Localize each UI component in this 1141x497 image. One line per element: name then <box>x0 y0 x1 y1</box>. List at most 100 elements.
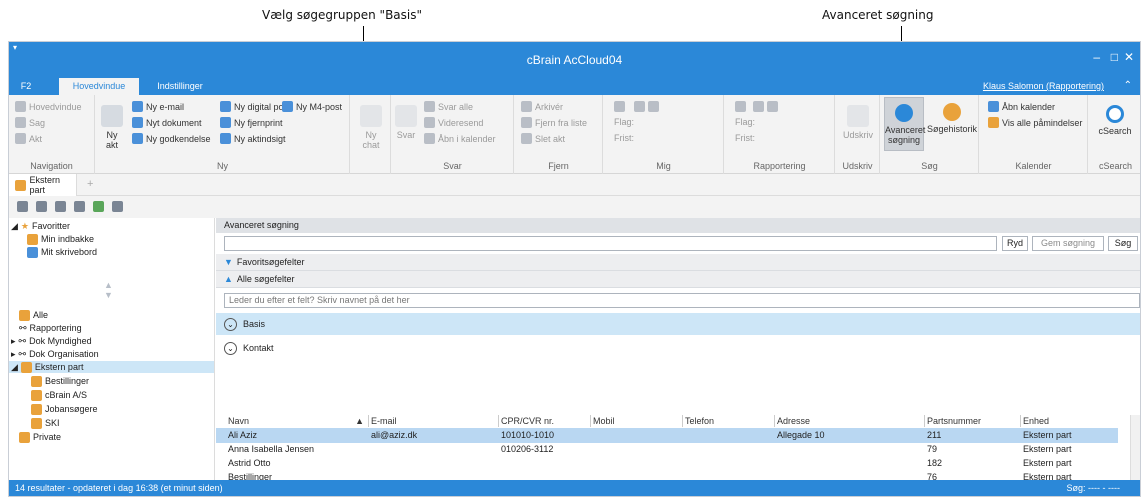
svar-alle[interactable]: Svar alle <box>424 101 473 112</box>
ny-chat-button[interactable]: Ny chat <box>357 105 385 150</box>
group-udskriv: Udskriv Udskriv <box>836 95 880 174</box>
ny-godkendelse[interactable]: Ny godkendelse <box>132 133 211 144</box>
videresend[interactable]: Videresend <box>424 117 483 128</box>
aabn-kalender[interactable]: Åbn kalender <box>988 101 1055 112</box>
udskriv-button[interactable]: Udskriv <box>842 105 874 140</box>
col-telefon[interactable]: Telefon <box>683 415 775 427</box>
soeg-button[interactable]: Søg <box>1108 236 1138 251</box>
col-adresse[interactable]: Adresse <box>775 415 925 427</box>
chat-icon <box>360 105 382 127</box>
tab-hovedvindue[interactable]: Hovedvindue <box>59 78 139 95</box>
calendar-icon <box>424 133 435 144</box>
col-enhed[interactable]: Enhed <box>1021 415 1118 427</box>
merge-icon[interactable] <box>36 201 47 212</box>
vertical-scrollbar[interactable] <box>1130 415 1140 482</box>
favorit-fields-toggle[interactable]: ▼ Favoritsøgefelter <box>216 254 1140 271</box>
tree-favoritter[interactable]: ◢ ★ Favoritter <box>11 220 70 232</box>
remote-print-icon <box>220 117 231 128</box>
tree-cbrain[interactable]: cBrain A/S <box>31 389 87 401</box>
col-navn[interactable]: Navn ▲ <box>226 415 369 427</box>
tree-ski[interactable]: SKI <box>31 417 60 429</box>
group-rapportering: Flag: Frist: Rapportering <box>725 95 835 174</box>
table-cell: Ali Aziz <box>228 430 258 440</box>
table-row[interactable]: Ali Aziz ali@aziz.dk 101010-1010 Allegade 1… <box>216 428 1118 443</box>
tree-rapportering[interactable]: ⚯ Rapportering <box>19 322 82 334</box>
m4-post-icon <box>282 101 293 112</box>
tree-dok-myndighed[interactable]: ▸ ⚯ Dok Myndighed <box>11 335 92 347</box>
maximize-button[interactable]: □ <box>1111 50 1118 64</box>
ny-akt-button[interactable]: Ny akt <box>100 105 124 150</box>
table-row[interactable]: Astrid Otto 182 Ekstern part <box>216 456 1118 471</box>
scroll-down-icon[interactable]: ▼ <box>104 290 113 300</box>
rap-flag[interactable]: Flag: <box>735 117 755 127</box>
col-partsnummer[interactable]: Partsnummer <box>925 415 1021 427</box>
soegehistorik-button[interactable]: Søgehistorik <box>927 103 977 134</box>
group-csearch: cSearch cSearch <box>1089 95 1140 174</box>
tree-min-indbakke[interactable]: Min indbakke <box>27 233 94 245</box>
gem-soegning-button[interactable]: Gem søgning <box>1032 236 1104 251</box>
tree-private[interactable]: Private <box>19 431 61 443</box>
table-cell: 182 <box>927 458 943 468</box>
collapse-ribbon-icon[interactable]: ⌃ <box>1124 80 1132 91</box>
export-icon[interactable] <box>112 201 123 212</box>
tree-mit-skrivebord[interactable]: Mit skrivebord <box>27 246 97 258</box>
ny-email[interactable]: Ny e-mail <box>132 101 184 112</box>
tree-ekstern-part[interactable]: ◢ Ekstern part <box>9 361 214 373</box>
tree-dok-organisation[interactable]: ▸ ⚯ Dok Organisation <box>11 348 99 360</box>
ryd-button[interactable]: Ryd <box>1002 236 1028 251</box>
new-icon[interactable] <box>17 201 28 212</box>
people-icon[interactable] <box>93 201 104 212</box>
col-email[interactable]: E-mail <box>369 415 499 427</box>
deadline-icon <box>767 101 778 112</box>
deadline-icon <box>648 101 659 112</box>
tree-alle[interactable]: Alle <box>19 309 48 321</box>
field-filter-input[interactable]: Leder du efter et felt? Skriv navnet på … <box>224 293 1140 308</box>
ny-m4-post[interactable]: Ny M4-post <box>282 101 342 112</box>
arkiver[interactable]: Arkivér <box>521 101 563 112</box>
doctab-ekstern-part[interactable]: Ekstern part <box>9 174 77 196</box>
rap-frist[interactable]: Frist: <box>735 133 755 143</box>
minimize-button[interactable]: – <box>1093 50 1100 64</box>
ny-digital-post[interactable]: Ny digital post <box>220 101 291 112</box>
nav-hovedvindue[interactable]: Hovedvindue <box>15 101 82 112</box>
list-icon[interactable] <box>55 201 66 212</box>
app-window: ▾ cBrain AcCloud04 – □ ✕ F2 Hovedvindue … <box>8 41 1141 497</box>
tree-jobansoegere[interactable]: Jobansøgere <box>31 403 98 415</box>
document-tabs: Ekstern part + <box>9 174 1140 196</box>
tab-f2[interactable]: F2 <box>9 78 43 95</box>
add-tab-icon[interactable]: + <box>87 178 93 190</box>
tree-bestillinger[interactable]: Bestillinger <box>31 375 89 387</box>
aabn-i-kalender[interactable]: Åbn i kalender <box>424 133 496 144</box>
search-input[interactable] <box>224 236 997 251</box>
person-icon <box>614 101 625 112</box>
vis-alle-paamindelser[interactable]: Vis alle påmindelser <box>988 117 1082 128</box>
tab-indstillinger[interactable]: Indstillinger <box>149 78 211 95</box>
nyt-dokument[interactable]: Nyt dokument <box>132 117 202 128</box>
party-icon <box>31 375 42 387</box>
group-kontakt[interactable]: ⌄ Kontakt <box>216 337 1140 359</box>
party-icon <box>19 309 30 321</box>
scroll-up-icon[interactable]: ▲ <box>104 280 113 290</box>
col-cpr[interactable]: CPR/CVR nr. <box>499 415 591 427</box>
ny-fjernprint[interactable]: Ny fjernprint <box>220 117 283 128</box>
user-link[interactable]: Klaus Salomon (Rapportering) <box>983 81 1104 91</box>
col-mobil[interactable]: Mobil <box>591 415 683 427</box>
mig-flag[interactable]: Flag: <box>614 117 634 127</box>
fjern-fra-liste[interactable]: Fjern fra liste <box>521 117 587 128</box>
avanceret-soegning-button[interactable]: Avanceret søgning <box>884 97 925 151</box>
csearch-button[interactable]: cSearch <box>1097 105 1133 136</box>
group-basis[interactable]: ⌄ Basis <box>216 313 1140 335</box>
print-icon[interactable] <box>74 201 85 212</box>
ny-aktindsigt[interactable]: Ny aktindsigt <box>220 133 286 144</box>
nav-sag[interactable]: Sag <box>15 117 45 128</box>
all-fields-toggle[interactable]: ▲ Alle søgefelter <box>216 271 1140 288</box>
mig-frist[interactable]: Frist: <box>614 133 634 143</box>
nav-akt[interactable]: Akt <box>15 133 42 144</box>
svar-button[interactable]: Svar <box>394 105 418 140</box>
results-grid: Navn ▲ E-mail CPR/CVR nr. Mobil Telefon A… <box>216 415 1130 496</box>
quick-access-icon[interactable]: ▾ <box>13 43 17 52</box>
close-button[interactable]: ✕ <box>1124 50 1134 64</box>
group-svar: Svar Svar alle Videresend Åbn i kalender… <box>392 95 514 174</box>
table-row[interactable]: Anna Isabella Jensen 010206-3112 79 Ekstern… <box>216 442 1118 457</box>
slet-akt[interactable]: Slet akt <box>521 133 565 144</box>
